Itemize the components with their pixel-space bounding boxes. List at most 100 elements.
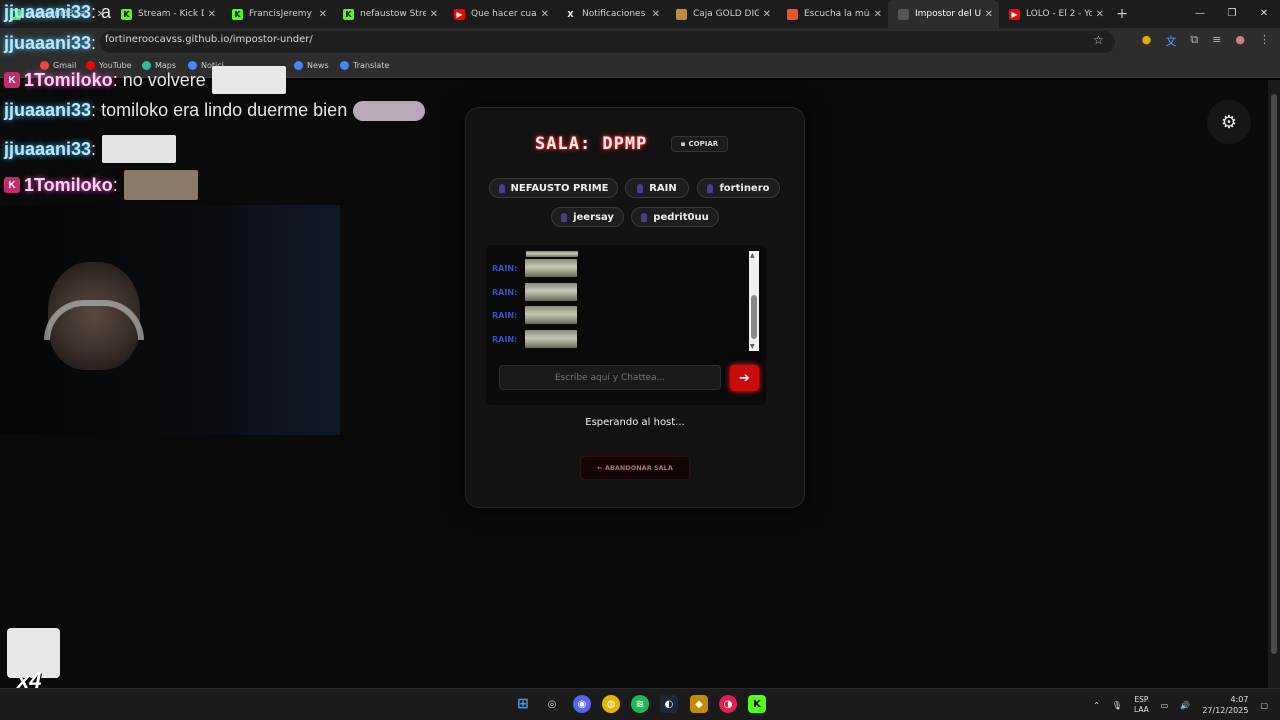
player-icon xyxy=(641,212,648,222)
browser-tab[interactable]: K Stream - Kick Da ✕ xyxy=(111,0,222,28)
browser-tab[interactable]: Escucha la música ✕ xyxy=(777,0,888,28)
browser-tab[interactable]: ▶ LOLO - El 2 - You ✕ xyxy=(999,0,1110,28)
close-icon[interactable]: ✕ xyxy=(541,9,549,20)
windows-start-icon[interactable]: ⊞ xyxy=(514,695,532,713)
player-chip: NEFAUSTO PRIME xyxy=(489,178,618,198)
page-icon xyxy=(898,8,909,20)
tab-title: FrancisJeremy Str xyxy=(249,9,315,19)
player-icon xyxy=(707,183,714,193)
send-button[interactable]: ➔ xyxy=(730,365,759,391)
bookmark-translate[interactable]: Translate xyxy=(340,61,389,70)
player-name: fortinero xyxy=(719,182,770,194)
chrome-icon[interactable]: ◍ xyxy=(602,695,620,713)
browser-tab[interactable]: Knefaustow Stream ✕ xyxy=(333,0,444,28)
chat-scrollbar[interactable]: ▲ ▼ xyxy=(749,251,759,351)
emote-fish-icon xyxy=(353,100,426,121)
game-launcher-icon[interactable]: ◆ xyxy=(690,695,708,713)
profile-avatar-icon[interactable]: ● xyxy=(1235,33,1245,49)
overlay-chat-line: jjuaaani33: tomiloko era lindo duerme bi… xyxy=(4,100,426,121)
menu-icon[interactable]: ⋮ xyxy=(1259,33,1270,49)
chat-message: RAIN: xyxy=(492,330,578,348)
browser-toolbar: fortineroocavss.github.io/impostor-under… xyxy=(0,28,1280,56)
close-icon[interactable]: ✕ xyxy=(208,9,216,20)
new-tab-button[interactable]: + xyxy=(1110,6,1134,22)
kick-app-icon[interactable]: K xyxy=(748,695,766,713)
image-thumbnail[interactable] xyxy=(525,283,578,301)
clock[interactable]: 4:07 27/12/2025 xyxy=(1202,694,1248,716)
network-icon[interactable]: ▭ xyxy=(1161,701,1169,710)
spotify-icon[interactable]: ≋ xyxy=(631,695,649,713)
overlay-chat-line: K 1Tomiloko: no volvere xyxy=(4,66,286,94)
extension-icon[interactable]: ● xyxy=(1142,33,1152,49)
scrollbar-thumb[interactable] xyxy=(1271,94,1277,654)
x-icon: X xyxy=(567,9,574,19)
overlay-colon: : a xyxy=(91,2,112,22)
youtube-icon: ▶ xyxy=(1009,8,1020,20)
url-text[interactable]: fortineroocavss.github.io/impostor-under… xyxy=(105,34,313,45)
overlay-username: jjuaaani33 xyxy=(4,33,92,53)
scroll-up-icon[interactable]: ▲ xyxy=(750,252,755,259)
browser-tab[interactable]: ▶ Que hacer cuando ✕ xyxy=(444,0,555,28)
translate-icon[interactable]: 文 xyxy=(1165,33,1176,49)
chat-input[interactable] xyxy=(499,365,721,390)
close-icon[interactable]: ✕ xyxy=(874,9,882,20)
image-thumbnail[interactable] xyxy=(525,306,578,324)
clock-date: 27/12/2025 xyxy=(1202,706,1249,715)
bookmark-news[interactable]: News xyxy=(294,61,329,70)
bookmark-star-icon[interactable]: ☆ xyxy=(1093,33,1104,47)
settings-button[interactable]: ⚙ xyxy=(1207,100,1251,144)
chat-username: RAIN: xyxy=(492,310,518,320)
close-icon[interactable]: ✕ xyxy=(985,9,993,20)
close-icon[interactable]: ✕ xyxy=(763,9,771,20)
copy-room-code-button[interactable]: ▪ COPIAR xyxy=(671,136,728,152)
puzzle-icon[interactable]: ⧉ xyxy=(1190,33,1198,49)
image-thumbnail[interactable] xyxy=(525,259,578,277)
browser-tab-active[interactable]: Impostor del Und ✕ xyxy=(888,0,999,28)
discord-icon[interactable]: ◉ xyxy=(573,695,591,713)
player-chip: pedrit0uu xyxy=(631,207,719,227)
leave-room-button[interactable]: ← ABANDONAR SALA xyxy=(580,456,690,480)
box-icon xyxy=(676,8,687,20)
arrow-right-icon: ➔ xyxy=(739,370,750,386)
overlay-chat-line: jjuaaani33: xyxy=(4,33,96,54)
overlay-message: tomiloko era lindo duerme bien xyxy=(101,100,348,120)
news-icon xyxy=(294,61,303,70)
notifications-icon[interactable]: ▢ xyxy=(1260,701,1268,710)
chevron-up-icon[interactable]: ⌃ xyxy=(1093,701,1100,710)
media-icon[interactable]: ≡ xyxy=(1212,33,1221,49)
close-icon[interactable]: ✕ xyxy=(430,9,438,20)
language-indicator[interactable]: ESP LAA xyxy=(1134,695,1149,715)
tab-title: Notificaciones / X xyxy=(582,9,648,19)
overlay-username: 1Tomiloko xyxy=(24,174,113,195)
browser-app-icon[interactable]: ◑ xyxy=(719,695,737,713)
system-tray: ⌃ 🎙 ESP LAA ▭ 🔊 4:07 27/12/2025 ▢ xyxy=(1093,694,1268,716)
browser-tab[interactable]: X Notificaciones / X ✕ xyxy=(555,0,666,28)
image-thumbnail[interactable] xyxy=(525,330,578,348)
scroll-down-icon[interactable]: ▼ xyxy=(750,343,755,350)
close-icon[interactable]: ✕ xyxy=(1096,9,1104,20)
browser-tab[interactable]: Caja GOLD DIGGE ✕ xyxy=(666,0,777,28)
player-name: jeersay xyxy=(573,211,614,223)
youtube-icon: ▶ xyxy=(454,8,465,20)
tab-title: Stream - Kick Da xyxy=(138,9,204,19)
minimize-icon[interactable]: — xyxy=(1184,0,1216,28)
obs-icon[interactable]: ◎ xyxy=(543,695,561,713)
player-name: NEFAUSTO PRIME xyxy=(510,182,609,194)
steam-icon[interactable]: ◐ xyxy=(660,695,678,713)
close-icon[interactable]: ✕ xyxy=(319,9,327,20)
windows-taskbar: ⊞ ◎ ◉ ◍ ≋ ◐ ◆ ◑ K ⌃ 🎙 ESP LAA ▭ 🔊 4:07 27/… xyxy=(0,688,1280,720)
browser-tab[interactable]: K FrancisJeremy Str ✕ xyxy=(222,0,333,28)
player-chip: jeersay xyxy=(551,207,624,227)
volume-icon[interactable]: 🔊 xyxy=(1180,701,1190,710)
chat-scrollbar-thumb[interactable] xyxy=(751,295,757,339)
copy-label: COPIAR xyxy=(688,140,719,148)
restore-icon[interactable]: ❐ xyxy=(1216,0,1248,28)
close-icon[interactable]: ✕ xyxy=(652,9,660,20)
emote-cat-icon xyxy=(123,170,198,200)
microphone-icon[interactable]: 🎙 xyxy=(1112,701,1122,710)
tab-title: Escucha la música xyxy=(804,9,870,19)
close-window-icon[interactable]: ✕ xyxy=(1248,0,1280,28)
overlay-colon: : xyxy=(91,100,102,120)
player-chip: RAIN xyxy=(625,178,689,198)
page-scrollbar[interactable] xyxy=(1268,80,1280,688)
